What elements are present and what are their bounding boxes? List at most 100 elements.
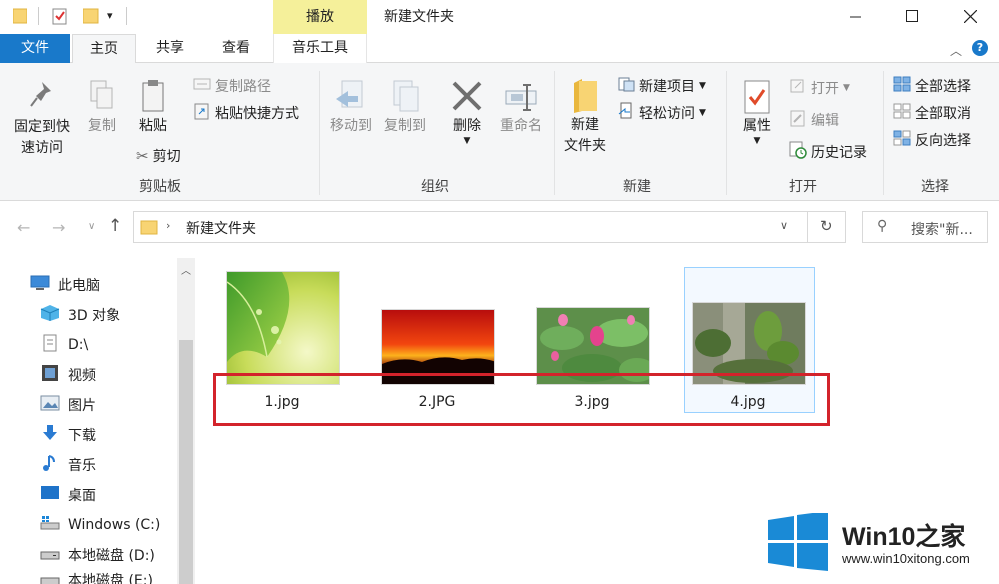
nav-item-label: 图片	[68, 398, 96, 414]
up-arrow-icon[interactable]: ↑	[108, 216, 122, 236]
delete-dropdown-icon[interactable]: ▼	[444, 137, 490, 146]
minimize-icon	[850, 16, 861, 18]
address-bar[interactable]: › 新建文件夹 ∨	[133, 211, 808, 243]
select-none-icon	[893, 103, 911, 123]
nav-scrollbar-thumb[interactable]	[179, 340, 193, 584]
select-all-button[interactable]: 全部选择	[893, 75, 971, 97]
windows-logo-icon	[766, 511, 830, 571]
collapse-ribbon-icon[interactable]: ︿	[950, 42, 962, 59]
copy-path-button: 复制路径	[193, 75, 271, 97]
folder-icon[interactable]	[12, 7, 28, 24]
chevron-right-icon[interactable]: ›	[166, 219, 170, 232]
maximize-button[interactable]	[886, 2, 938, 30]
new-item-icon	[617, 76, 635, 96]
address-path[interactable]: 新建文件夹	[186, 218, 256, 238]
forward-arrow-icon[interactable]: →	[52, 218, 65, 237]
close-button[interactable]	[944, 2, 996, 30]
help-icon[interactable]: ?	[972, 40, 988, 56]
rename-label: 重命名	[500, 118, 542, 134]
recent-locations-icon[interactable]: ∨	[88, 221, 95, 232]
group-label-open: 打开	[789, 179, 817, 195]
window-title: 新建文件夹	[384, 9, 454, 25]
minimize-button[interactable]	[830, 2, 882, 30]
drive-icon	[40, 334, 60, 356]
paste-icon	[139, 79, 167, 113]
refresh-button[interactable]: ↻	[808, 211, 846, 243]
navigation-pane: 此电脑 3D 对象 D:\ 视频 图片 下载 音乐 桌面 Windows (C:…	[0, 258, 177, 584]
desktop-icon	[40, 484, 60, 506]
search-box[interactable]: ⚲ 搜索"新...	[862, 211, 988, 243]
search-icon: ⚲	[877, 218, 888, 234]
scroll-up-icon[interactable]: ︿	[181, 262, 191, 277]
copy-path-icon	[193, 77, 211, 95]
customize-quick-access-icon[interactable]: ▾	[107, 9, 113, 22]
tab-music-tools[interactable]: 音乐工具	[273, 34, 367, 63]
copy-button: 复制	[82, 79, 122, 137]
history-icon	[789, 141, 807, 163]
context-tab-play: 播放	[273, 0, 367, 34]
copy-path-label: 复制路径	[215, 79, 271, 95]
watermark-brand: Win10之家	[842, 523, 966, 551]
easy-access-button[interactable]: 轻松访问 ▼	[617, 102, 706, 124]
nav-item-music[interactable]: 音乐	[40, 450, 96, 480]
back-arrow-icon[interactable]: ←	[17, 218, 30, 237]
paste-button[interactable]: 粘贴	[131, 79, 175, 137]
thumbnail-1-jpg	[226, 271, 340, 385]
properties-dropdown-icon[interactable]: ▼	[735, 137, 779, 146]
invert-selection-button[interactable]: 反向选择	[893, 129, 971, 151]
nav-item-local-disk-e[interactable]: 本地磁盘 (E:)	[40, 570, 153, 584]
copy-label: 复制	[88, 118, 116, 134]
new-item-button[interactable]: 新建项目 ▼	[617, 75, 706, 97]
windows-drive-icon	[40, 514, 60, 536]
paste-shortcut-label: 粘贴快捷方式	[215, 106, 299, 122]
nav-item-local-disk-d[interactable]: 本地磁盘 (D:)	[40, 540, 155, 570]
properties-button[interactable]: 属性 ▼	[735, 79, 779, 146]
new-folder-button[interactable]: 新建 文件夹	[561, 77, 609, 157]
group-separator	[319, 71, 320, 195]
close-icon	[963, 9, 977, 23]
folder-icon	[140, 218, 158, 240]
chevron-down-icon[interactable]: ∨	[780, 219, 788, 232]
pin-icon	[27, 79, 57, 111]
properties-icon[interactable]	[52, 7, 67, 25]
download-icon	[40, 424, 60, 446]
nav-item-d-drive[interactable]: D:\	[40, 330, 88, 360]
nav-item-downloads[interactable]: 下载	[40, 420, 96, 450]
divider	[38, 7, 39, 25]
tab-home[interactable]: 主页	[72, 34, 136, 64]
delete-button[interactable]: 删除 ▼	[444, 79, 490, 146]
tab-file[interactable]: 文件	[0, 34, 70, 63]
easy-access-dropdown-icon: ▼	[699, 108, 706, 118]
highlight-annotation-box	[213, 373, 830, 426]
nav-item-label: 3D 对象	[68, 308, 121, 324]
select-all-icon	[893, 76, 911, 96]
tab-view[interactable]: 查看	[206, 34, 266, 63]
easy-access-label: 轻松访问	[639, 106, 695, 122]
pin-label-line1: 固定到快	[14, 119, 70, 135]
invert-selection-icon	[893, 130, 911, 150]
nav-item-desktop[interactable]: 桌面	[40, 480, 96, 510]
pin-quick-access-button[interactable]: 固定到快 速访问	[8, 79, 76, 159]
invert-selection-label: 反向选择	[915, 133, 971, 149]
easy-access-icon	[617, 102, 635, 124]
search-input[interactable]: 搜索"新...	[911, 219, 973, 239]
tab-share[interactable]: 共享	[142, 34, 198, 63]
refresh-icon: ↻	[820, 217, 833, 235]
nav-item-3d-objects[interactable]: 3D 对象	[40, 300, 120, 330]
history-button[interactable]: 历史记录	[789, 141, 867, 163]
nav-item-windows-c[interactable]: Windows (C:)	[40, 510, 160, 540]
edit-button: 编辑	[789, 109, 839, 131]
properties-label: 属性	[743, 118, 771, 134]
nav-item-pictures[interactable]: 图片	[40, 390, 96, 420]
select-none-button[interactable]: 全部取消	[893, 102, 971, 124]
nav-item-videos[interactable]: 视频	[40, 360, 96, 390]
nav-item-this-pc[interactable]: 此电脑	[30, 270, 100, 300]
scissors-icon: ✂	[136, 147, 149, 165]
nav-item-label: D:\	[68, 337, 89, 353]
paste-shortcut-button[interactable]: 粘贴快捷方式	[193, 102, 299, 124]
history-label: 历史记录	[811, 145, 867, 161]
new-folder-icon[interactable]	[82, 7, 99, 24]
cut-label: 剪切	[152, 149, 181, 165]
rename-icon	[503, 79, 539, 115]
cut-button[interactable]: ✂ 剪切	[136, 145, 181, 167]
